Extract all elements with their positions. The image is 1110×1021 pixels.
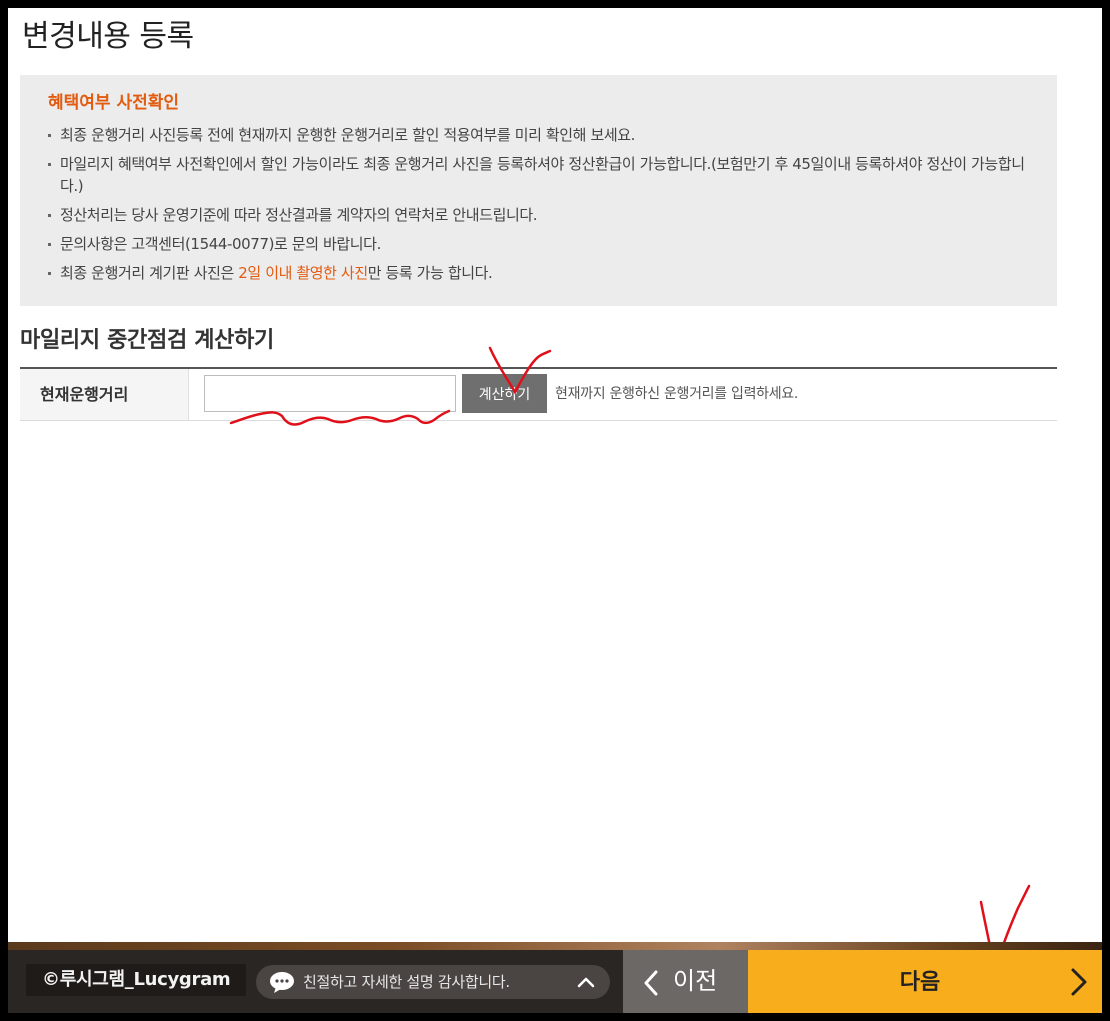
current-distance-input[interactable]	[204, 375, 456, 412]
info-item: 정산처리는 당사 운영기준에 따라 정산결과를 계약자의 연락처로 안내드립니다…	[48, 204, 1033, 226]
calculate-button[interactable]: 계산하기	[462, 374, 547, 413]
current-distance-label: 현재운행거리	[20, 369, 189, 420]
info-item-suffix: 만 등록 가능 합니다.	[367, 264, 493, 282]
distance-hint: 현재까지 운행하신 운행거리를 입력하세요.	[555, 386, 799, 402]
section-title: 마일리지 중간점검 계산하기	[20, 328, 274, 353]
page-title: 변경내용 등록	[22, 19, 194, 54]
info-item-highlight: 2일 이내 촬영한 사진	[238, 264, 368, 282]
info-list: 최종 운행거리 사진등록 전에 현재까지 운행한 운행거리로 할인 적용여부를 …	[48, 124, 1033, 284]
watermark: ©루시그램_Lucygram	[26, 964, 247, 996]
info-box: 혜택여부 사전확인 최종 운행거리 사진등록 전에 현재까지 운행한 운행거리로…	[20, 75, 1057, 306]
chat-help-pill[interactable]: 친절하고 자세한 설명 감사합니다.	[256, 965, 610, 999]
next-label: 다음	[899, 969, 941, 994]
bottom-bar: ©루시그램_Lucygram 친절하고 자세한 설명 감사합니다. 이전 다음	[8, 942, 1102, 1013]
info-item-prefix: 최종 운행거리 계기판 사진은	[60, 264, 239, 282]
bottom-bar-accent	[8, 942, 1102, 950]
chevron-right-icon	[1071, 968, 1087, 996]
prev-button[interactable]: 이전	[623, 950, 748, 1013]
info-title: 혜택여부 사전확인	[48, 93, 180, 113]
chevron-up-icon[interactable]	[576, 972, 596, 992]
info-item: 문의사항은 고객센터(1544-0077)로 문의 바랍니다.	[48, 233, 1033, 255]
info-item: 최종 운행거리 사진등록 전에 현재까지 운행한 운행거리로 할인 적용여부를 …	[48, 124, 1033, 146]
prev-label: 이전	[673, 968, 718, 995]
chevron-left-icon	[644, 970, 658, 996]
page-frame: 변경내용 등록 혜택여부 사전확인 최종 운행거리 사진등록 전에 현재까지 운…	[8, 8, 1102, 1013]
speech-bubble-icon	[270, 972, 294, 993]
chat-help-text: 친절하고 자세한 설명 감사합니다.	[303, 973, 510, 991]
next-button[interactable]: 다음	[748, 950, 1102, 1013]
info-item-photo-rule: 최종 운행거리 계기판 사진은 2일 이내 촬영한 사진만 등록 가능 합니다.	[48, 262, 1033, 284]
info-item: 마일리지 혜택여부 사전확인에서 할인 가능이라도 최종 운행거리 사진을 등록…	[48, 153, 1033, 197]
calculator-row: 현재운행거리 계산하기 현재까지 운행하신 운행거리를 입력하세요.	[20, 367, 1057, 421]
